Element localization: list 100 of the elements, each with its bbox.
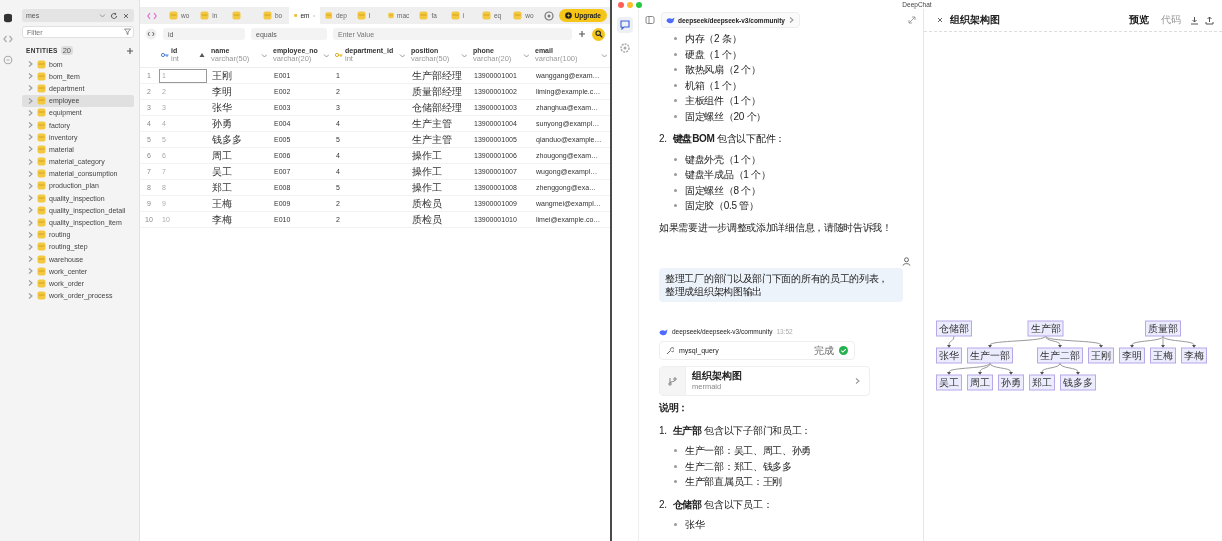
chevron-right-icon bbox=[854, 377, 861, 385]
diagram-node: 郑工 bbox=[1029, 374, 1055, 391]
connector-arrow bbox=[1040, 362, 1061, 375]
list-number: 2. bbox=[659, 132, 667, 146]
table-cell[interactable]: 张华 bbox=[208, 100, 270, 116]
table-icon bbox=[262, 11, 272, 20]
caret-icon[interactable] bbox=[99, 12, 106, 19]
table-cell[interactable]: 质量部经理 bbox=[408, 84, 470, 100]
list-item-text: 固定胶（0.5 管） bbox=[685, 199, 759, 213]
bullet-icon bbox=[674, 204, 677, 208]
table-cell[interactable]: 李梅 bbox=[208, 212, 270, 228]
diagram-node: 周工 bbox=[967, 374, 993, 391]
panel-title: 组织架构图 bbox=[950, 13, 1001, 27]
table-icon bbox=[37, 278, 46, 288]
table-icon bbox=[37, 169, 46, 179]
bullet-icon bbox=[674, 480, 677, 484]
table-icon bbox=[37, 254, 46, 264]
list-item-text: 生产部直属员工：王刚 bbox=[685, 475, 782, 489]
code-icon[interactable] bbox=[3, 34, 13, 44]
close-icon[interactable] bbox=[122, 11, 130, 20]
download-icon[interactable] bbox=[1190, 15, 1199, 25]
sort-ascending-icon[interactable] bbox=[199, 52, 205, 58]
table-cell[interactable]: 质检员 bbox=[408, 196, 470, 212]
key-icon bbox=[161, 52, 169, 58]
table-icon bbox=[513, 11, 523, 20]
sidebar-toggle-icon[interactable] bbox=[645, 15, 655, 25]
bullet-icon bbox=[674, 99, 677, 103]
user-icon bbox=[902, 257, 911, 266]
code-icon bbox=[147, 11, 157, 20]
list-item-text: 仓储部 包含以下员工： bbox=[672, 497, 773, 512]
table-icon bbox=[37, 157, 46, 167]
settings-button[interactable] bbox=[617, 40, 633, 56]
settings-icon[interactable] bbox=[543, 10, 554, 21]
list-item-text: 硬盘（1 个） bbox=[685, 47, 742, 62]
dropdown-icon[interactable] bbox=[601, 52, 607, 58]
diagram-node: 生产一部 bbox=[967, 347, 1013, 364]
table-icon bbox=[37, 96, 46, 106]
diagram-node: 仓储部 bbox=[936, 320, 972, 337]
dropdown-icon[interactable] bbox=[399, 52, 405, 58]
table-cell[interactable]: 孙勇 bbox=[208, 116, 270, 132]
table-cell[interactable]: 李明 bbox=[208, 84, 270, 100]
diagram-node: 孙勇 bbox=[998, 374, 1024, 391]
dropdown-icon[interactable] bbox=[523, 52, 529, 58]
table-icon bbox=[37, 71, 46, 81]
funnel-icon[interactable] bbox=[124, 28, 131, 35]
user-message: 整理工厂的部门以及部门下面的所有的员工的列表，整理成组织架构图输出 bbox=[659, 268, 903, 302]
add-icon[interactable] bbox=[126, 46, 134, 55]
dropdown-icon[interactable] bbox=[461, 52, 467, 58]
bullet-icon bbox=[674, 37, 677, 41]
bullet-icon bbox=[674, 173, 677, 177]
bullet-icon bbox=[674, 464, 677, 468]
bullet-icon bbox=[674, 52, 677, 56]
settings-icon bbox=[619, 42, 631, 54]
collapse-icon[interactable] bbox=[907, 15, 917, 25]
table-icon bbox=[37, 181, 46, 191]
table-icon bbox=[356, 11, 366, 20]
close-icon[interactable] bbox=[936, 16, 944, 24]
list-item-text: 张华 bbox=[685, 518, 705, 532]
table-cell[interactable]: 郑工 bbox=[208, 180, 270, 196]
table-cell[interactable]: 王刚 bbox=[208, 68, 270, 84]
table-cell[interactable]: 钱多多 bbox=[208, 132, 270, 148]
table-cell[interactable]: 王梅 bbox=[208, 196, 270, 212]
list-item-text: 固定螺丝（8 个） bbox=[685, 183, 761, 198]
bullet-icon bbox=[674, 157, 677, 161]
connector-arrow bbox=[947, 335, 955, 348]
table-cell[interactable]: 操作工 bbox=[408, 148, 470, 164]
table-icon bbox=[37, 193, 46, 203]
dropdown-icon[interactable] bbox=[323, 52, 329, 58]
table-icon bbox=[37, 83, 46, 93]
search-button[interactable] bbox=[592, 27, 605, 41]
table-icon bbox=[37, 132, 46, 142]
table-cell[interactable]: 生产部经理 bbox=[408, 68, 470, 84]
dropdown-icon[interactable] bbox=[261, 52, 267, 58]
list-item-text: 生产部 包含以下子部门和员工： bbox=[672, 423, 812, 438]
diagram-node: 生产二部 bbox=[1037, 347, 1083, 364]
list-number: 1. bbox=[659, 423, 667, 438]
list-item-text: 主板组件（1 个） bbox=[685, 94, 761, 108]
table-cell[interactable]: 质检员 bbox=[408, 212, 470, 228]
share-icon[interactable] bbox=[1205, 15, 1214, 25]
table-cell[interactable]: 吴工 bbox=[208, 164, 270, 180]
filter-toggle-icon[interactable] bbox=[145, 28, 157, 40]
refresh-icon[interactable] bbox=[110, 11, 118, 20]
table-icon bbox=[231, 11, 241, 20]
table-cell[interactable]: 仓储部经理 bbox=[408, 100, 470, 116]
bullet-icon bbox=[674, 114, 677, 118]
tool-status: 完成 bbox=[814, 343, 834, 358]
table-cell[interactable]: 周工 bbox=[208, 148, 270, 164]
message-heading: 说明： bbox=[659, 401, 690, 415]
bolt-icon bbox=[564, 12, 572, 19]
table-cell[interactable]: 操作工 bbox=[408, 164, 470, 180]
database-icon[interactable] bbox=[3, 13, 13, 23]
add-icon[interactable] bbox=[578, 30, 586, 38]
table-cell[interactable]: 操作工 bbox=[408, 180, 470, 196]
table-cell[interactable]: 生产主管 bbox=[408, 132, 470, 148]
chat-button[interactable] bbox=[617, 17, 633, 33]
diagram-node: 生产部 bbox=[1027, 320, 1064, 337]
table-icon bbox=[388, 11, 395, 20]
table-cell[interactable]: 生产主管 bbox=[408, 116, 470, 132]
view-tab[interactable]: 预览 bbox=[1126, 13, 1152, 27]
list-item-text: 键盘半成品（1 个） bbox=[685, 168, 771, 182]
